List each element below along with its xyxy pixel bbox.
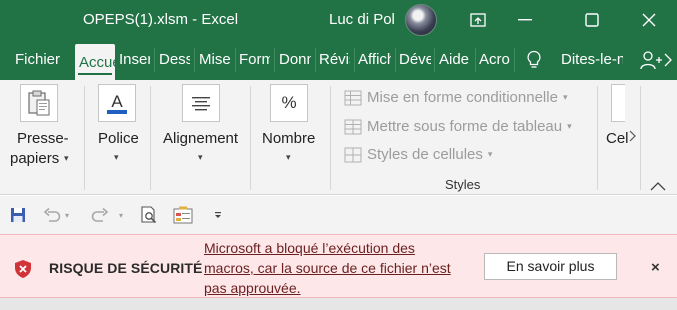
alignment-button[interactable] <box>182 84 220 122</box>
share-user-icon[interactable] <box>640 50 662 75</box>
redo-icon[interactable] <box>90 205 110 225</box>
security-risk-title: RISQUE DE SÉCURITÉ <box>49 260 203 276</box>
number-label[interactable]: Nombre <box>262 130 315 147</box>
chevron-down-icon: ▾ <box>562 92 568 102</box>
tab-dessin[interactable]: Dessin <box>159 40 190 80</box>
cells-button[interactable] <box>611 84 625 122</box>
font-button[interactable]: A <box>98 84 136 122</box>
chevron-down-icon[interactable]: ▾ <box>114 152 119 163</box>
lightbulb-icon[interactable] <box>526 50 542 75</box>
close-icon[interactable] <box>629 0 669 40</box>
customize-toolbar-icon[interactable] <box>212 205 224 225</box>
cell-styles-label: Styles de cellules <box>367 146 483 163</box>
percent-icon: % <box>281 93 297 112</box>
chevron-down-icon: ▾ <box>567 121 572 131</box>
chevron-down-icon[interactable]: ▾ <box>286 152 291 163</box>
maximize-icon[interactable] <box>572 0 612 40</box>
ribbon-display-options-icon[interactable] <box>458 0 498 40</box>
print-preview-icon[interactable] <box>138 205 160 225</box>
window-title: OPEPS(1).xlsm - Excel <box>83 11 239 28</box>
worksheet-area-edge <box>0 298 677 310</box>
tab-mise-en-page[interactable]: Mise en page <box>199 40 231 80</box>
tab-developpeur[interactable]: Développeur <box>399 40 431 80</box>
tell-me-search[interactable]: Dites-le-nous <box>561 40 623 80</box>
tab-formules[interactable]: Formules <box>239 40 270 80</box>
title-bar: OPEPS(1).xlsm - Excel Luc di Pol <box>0 0 677 40</box>
format-as-table-icon <box>344 119 362 134</box>
tab-insertion[interactable]: Insertion <box>119 40 150 80</box>
tabs-scroll-right-icon[interactable] <box>664 53 672 72</box>
conditional-formatting-label: Mise en forme conditionnelle <box>367 89 558 106</box>
avatar[interactable] <box>405 4 437 36</box>
ribbon-tabs: Fichier Accueil Insertion Dessin Mise en… <box>0 40 677 80</box>
tab-accueil[interactable]: Accueil <box>75 44 115 80</box>
format-as-table-button[interactable]: Mettre sous forme de tableau ▾ <box>344 118 572 135</box>
styles-group-label: Styles <box>445 177 481 192</box>
undo-icon[interactable] <box>42 205 62 225</box>
user-name[interactable]: Luc di Pol <box>329 11 395 28</box>
tab-fichier[interactable]: Fichier <box>15 40 60 80</box>
chevron-down-icon[interactable]: ▾ <box>63 205 71 225</box>
form-icon[interactable] <box>172 205 194 225</box>
font-label[interactable]: Police <box>98 130 139 147</box>
chevron-down-icon[interactable]: ▾ <box>117 205 125 225</box>
cells-label[interactable]: Cellules <box>606 130 628 147</box>
tab-aide[interactable]: Aide <box>439 40 471 80</box>
minimize-icon[interactable] <box>505 0 545 40</box>
format-as-table-label: Mettre sous forme de tableau <box>367 118 563 135</box>
learn-more-button[interactable]: En savoir plus <box>484 253 617 280</box>
shield-icon <box>14 259 32 284</box>
chevron-down-icon[interactable]: ▾ <box>64 153 69 164</box>
tab-acrobat[interactable]: Acrobat <box>479 40 510 80</box>
cell-styles-button[interactable]: Styles de cellules ▾ <box>344 146 492 163</box>
tab-revision[interactable]: Révision <box>319 40 350 80</box>
tab-donnees[interactable]: Données <box>279 40 311 80</box>
conditional-formatting-button[interactable]: Mise en forme conditionnelle ▾ <box>344 89 567 106</box>
alignment-label[interactable]: Alignement <box>163 130 238 147</box>
save-icon[interactable] <box>9 205 27 225</box>
close-warning-icon[interactable]: × <box>651 259 660 276</box>
security-warning-bar: RISQUE DE SÉCURITÉ Microsoft a bloqué l’… <box>0 234 677 298</box>
svg-text:A: A <box>111 92 123 111</box>
clipboard-label-line2[interactable]: papiers <box>10 150 59 167</box>
quick-access-toolbar: ▾ ▾ <box>0 196 677 234</box>
security-message-link[interactable]: Microsoft a bloqué l’exécution des macro… <box>204 238 454 298</box>
chevron-down-icon: ▾ <box>487 149 493 159</box>
chevron-down-icon[interactable]: ▾ <box>198 152 203 163</box>
ribbon: Presse- papiers ▾ A Police ▾ Alignement … <box>0 80 677 195</box>
clipboard-paste-button[interactable] <box>20 84 58 122</box>
clipboard-label-line1[interactable]: Presse- <box>17 130 69 147</box>
collapse-ribbon-icon[interactable] <box>650 178 666 196</box>
cell-styles-icon <box>344 147 362 162</box>
number-format-button[interactable]: % <box>270 84 308 122</box>
conditional-formatting-icon <box>344 90 362 105</box>
ribbon-scroll-right-icon[interactable] <box>629 129 636 147</box>
tab-affichage[interactable]: Affichage <box>358 40 391 80</box>
